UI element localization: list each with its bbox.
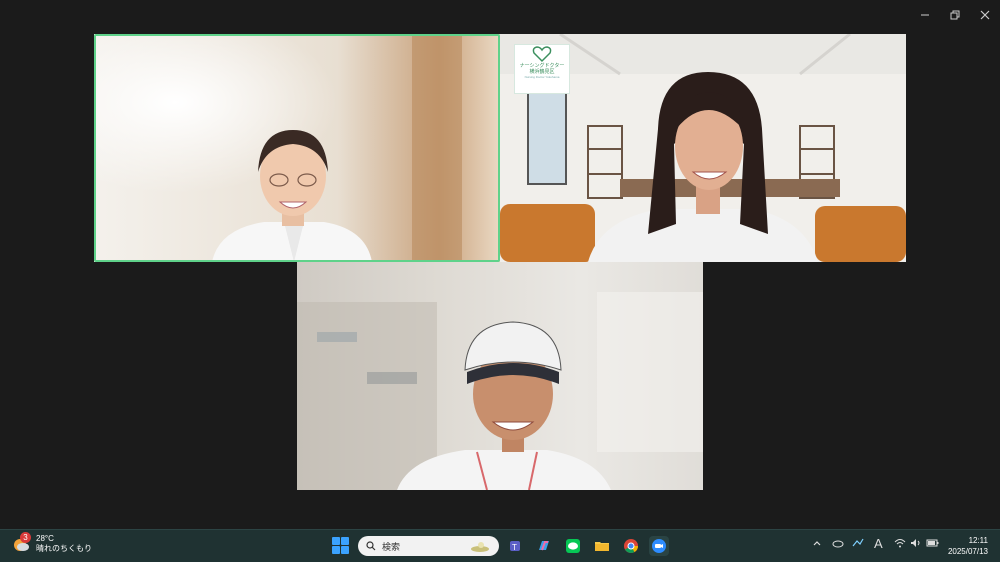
teams-icon[interactable]: T xyxy=(505,536,525,556)
search-highlight-icon xyxy=(471,542,489,552)
window-controls xyxy=(910,0,1000,30)
start-icon-q2 xyxy=(341,537,349,545)
battery-icon[interactable] xyxy=(926,538,939,551)
copilot-icon[interactable] xyxy=(534,536,554,556)
participant-1-video xyxy=(94,34,500,262)
search-icon xyxy=(366,541,376,551)
zoom-icon[interactable] xyxy=(649,536,669,556)
start-button[interactable] xyxy=(332,537,349,554)
logo-line-3: Nursing Doctor Yokohama xyxy=(524,75,560,79)
weather-temperature: 28°C xyxy=(36,534,54,543)
clock-time: 12:11 xyxy=(968,536,988,545)
taskbar-search[interactable]: 検索 xyxy=(358,536,499,556)
pen-input-icon[interactable] xyxy=(852,538,864,551)
participant-3-video xyxy=(297,262,703,490)
file-explorer-icon[interactable] xyxy=(592,536,612,556)
weather-badge: 3 xyxy=(20,532,31,543)
weather-icon: 3 xyxy=(12,532,31,553)
line-icon[interactable] xyxy=(563,536,583,556)
wifi-icon[interactable] xyxy=(894,538,906,551)
show-hidden-icons-chevron-icon[interactable] xyxy=(812,538,822,551)
start-icon-q3 xyxy=(332,546,340,554)
heart-logo-icon xyxy=(532,46,552,63)
taskbar: 3 28°C 晴れのちくもり 検索 T A 12:11 2025/07/13 xyxy=(0,529,1000,562)
volume-icon[interactable] xyxy=(910,538,922,551)
video-tile-participant-2[interactable]: ナーシングドクター 横浜鶴見区 Nursing Doctor Yokohama xyxy=(500,34,906,262)
restore-icon[interactable] xyxy=(940,0,970,30)
chrome-icon[interactable] xyxy=(621,536,641,556)
weather-widget[interactable]: 3 28°C 晴れのちくもり xyxy=(12,532,92,554)
start-icon-q1 xyxy=(332,537,340,545)
ime-indicator[interactable]: A xyxy=(874,536,883,551)
weather-condition: 晴れのちくもり xyxy=(36,544,92,553)
clock-date: 2025/07/13 xyxy=(947,547,988,556)
video-tile-participant-1[interactable] xyxy=(94,34,500,262)
clinic-logo: ナーシングドクター 横浜鶴見区 Nursing Doctor Yokohama xyxy=(514,44,570,94)
close-icon[interactable] xyxy=(970,0,1000,30)
svg-text:T: T xyxy=(512,543,517,552)
video-tile-participant-3[interactable] xyxy=(297,262,703,490)
system-clock[interactable]: 12:11 2025/07/13 xyxy=(948,535,988,557)
minimize-icon[interactable] xyxy=(910,0,940,30)
cloud-sync-icon[interactable] xyxy=(832,538,844,551)
start-icon-q4 xyxy=(341,546,349,554)
search-placeholder: 検索 xyxy=(382,541,401,552)
